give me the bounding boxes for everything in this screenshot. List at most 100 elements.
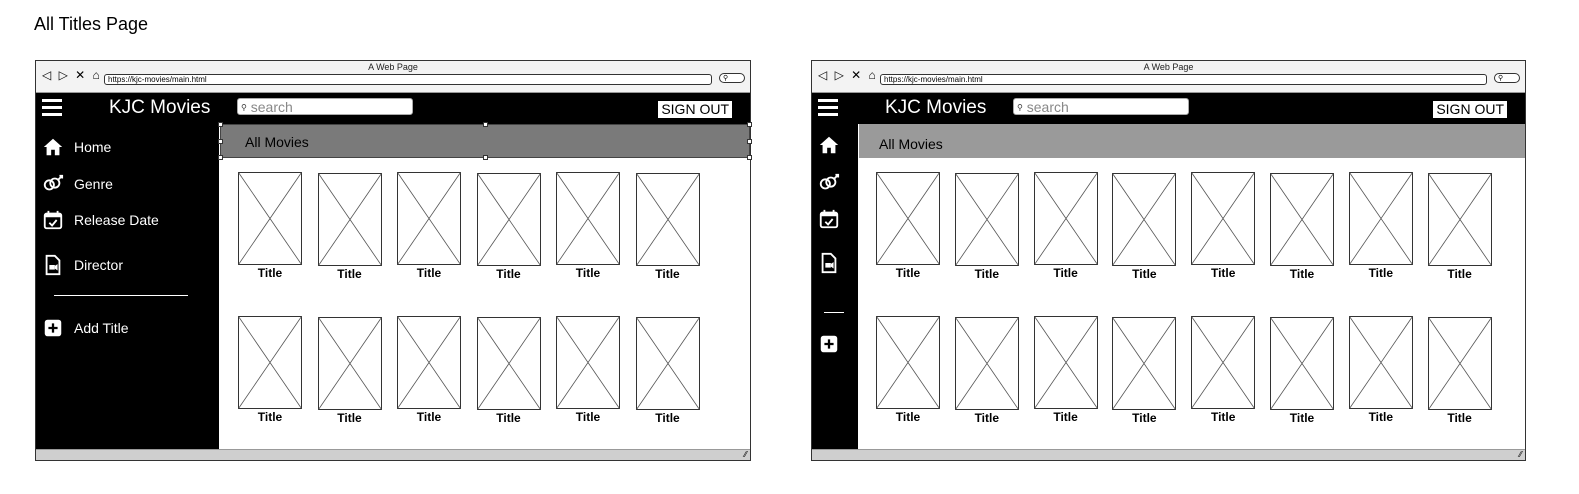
movie-tile[interactable]: Title bbox=[876, 316, 940, 424]
movie-tile[interactable]: Title bbox=[397, 172, 461, 280]
movie-tile[interactable]: Title bbox=[1191, 316, 1256, 424]
image-placeholder-icon bbox=[1270, 173, 1334, 266]
page-heading: All Titles Page bbox=[34, 14, 149, 34]
movie-tile[interactable]: Title bbox=[954, 317, 1019, 425]
movie-tile[interactable]: Title bbox=[1112, 317, 1177, 425]
resize-grip-icon[interactable]: ⁄⁄ bbox=[744, 450, 747, 460]
movie-tile[interactable]: Title bbox=[476, 173, 541, 281]
sign-out-button[interactable]: SIGN OUT bbox=[658, 101, 732, 118]
sidebar-item-genre[interactable] bbox=[818, 172, 840, 194]
image-placeholder-icon bbox=[1270, 317, 1334, 410]
movie-title: Title bbox=[1132, 411, 1157, 425]
sidebar-item-home[interactable]: Home bbox=[42, 136, 111, 158]
movie-tile[interactable]: Title bbox=[1033, 172, 1098, 280]
movie-tile[interactable]: Title bbox=[397, 316, 461, 424]
image-placeholder-icon bbox=[1033, 316, 1098, 409]
image-placeholder-icon bbox=[238, 316, 302, 409]
movie-title: Title bbox=[895, 410, 921, 424]
movie-title: Title bbox=[575, 266, 601, 280]
movie-tile[interactable]: Title bbox=[238, 316, 302, 424]
movie-tile[interactable]: Title bbox=[1270, 317, 1334, 425]
selection-handle[interactable] bbox=[483, 122, 488, 127]
sidebar-divider bbox=[54, 295, 188, 296]
selection-handle[interactable] bbox=[218, 139, 223, 144]
movie-tile[interactable]: Title bbox=[1427, 317, 1492, 425]
movie-tile[interactable]: Title bbox=[1033, 316, 1098, 424]
section-header-selected[interactable]: All Movies bbox=[218, 122, 752, 160]
browser-search-button[interactable]: ⚲ bbox=[1494, 73, 1520, 83]
sidebar-item-release-date[interactable] bbox=[818, 208, 840, 230]
home-icon bbox=[819, 136, 839, 154]
address-bar[interactable]: https://kjc-movies/main.html bbox=[104, 74, 712, 85]
image-placeholder-icon bbox=[476, 317, 541, 410]
movie-tile[interactable]: Title bbox=[556, 172, 620, 280]
movie-tile[interactable]: Title bbox=[1348, 316, 1413, 424]
movie-tile[interactable]: Title bbox=[876, 172, 940, 280]
movie-tile[interactable]: Title bbox=[1191, 172, 1256, 280]
movie-title: Title bbox=[974, 411, 1000, 425]
sidebar-item-release-date[interactable]: Release Date bbox=[42, 209, 159, 231]
sidebar-item-add-title[interactable] bbox=[818, 333, 840, 355]
hamburger-menu-icon[interactable] bbox=[42, 99, 62, 117]
sign-out-button[interactable]: SIGN OUT bbox=[1433, 101, 1507, 118]
brand-title: KJC Movies bbox=[109, 97, 211, 118]
hamburger-menu-icon[interactable] bbox=[818, 99, 838, 117]
selection-handle[interactable] bbox=[218, 122, 223, 127]
search-input[interactable]: ⚲ search bbox=[1013, 98, 1189, 115]
movie-title: Title bbox=[496, 411, 521, 425]
video-file-icon bbox=[45, 254, 61, 276]
image-placeholder-icon bbox=[1112, 173, 1177, 266]
movie-title: Title bbox=[257, 410, 283, 424]
image-placeholder-icon bbox=[954, 317, 1019, 410]
app-header: KJC Movies ⚲ search SIGN OUT bbox=[36, 93, 750, 124]
movie-tile[interactable]: Title bbox=[556, 316, 620, 424]
image-placeholder-icon bbox=[556, 172, 620, 265]
movie-tile[interactable]: Title bbox=[1348, 172, 1413, 280]
movie-title: Title bbox=[416, 266, 442, 280]
address-bar[interactable]: https://kjc-movies/main.html bbox=[880, 74, 1487, 85]
sidebar-item-director[interactable] bbox=[818, 252, 840, 274]
movie-title: Title bbox=[496, 267, 521, 281]
movie-tile[interactable]: Title bbox=[317, 173, 382, 281]
image-placeholder-icon bbox=[317, 317, 382, 410]
movie-title: Title bbox=[575, 410, 601, 424]
movie-title: Title bbox=[1210, 266, 1236, 280]
movie-tile[interactable]: Title bbox=[635, 173, 700, 281]
search-icon: ⚲ bbox=[723, 75, 729, 82]
browser-nav-buttons[interactable]: ◁ ▷ ✕ ⌂ bbox=[818, 69, 878, 81]
image-placeholder-icon bbox=[397, 172, 461, 265]
selection-handle[interactable] bbox=[747, 139, 752, 144]
movie-tile[interactable]: Title bbox=[1270, 173, 1334, 281]
sidebar-item-director[interactable]: Director bbox=[42, 254, 123, 276]
movie-tile[interactable]: Title bbox=[954, 173, 1019, 281]
section-header[interactable]: All Movies bbox=[859, 124, 1525, 158]
movie-tile[interactable]: Title bbox=[1112, 173, 1177, 281]
sidebar-item-home[interactable] bbox=[818, 134, 840, 156]
movie-tile[interactable]: Title bbox=[317, 317, 382, 425]
status-bar: ⁄⁄ bbox=[36, 449, 750, 460]
image-placeholder-icon bbox=[1348, 172, 1413, 265]
search-placeholder: search bbox=[1026, 99, 1069, 115]
image-placeholder-icon bbox=[238, 172, 302, 265]
sidebar-item-add-title[interactable]: Add Title bbox=[42, 317, 128, 339]
sidebar-item-label: Director bbox=[74, 257, 124, 273]
movie-tile[interactable]: Title bbox=[476, 317, 541, 425]
resize-grip-icon[interactable]: ⁄⁄ bbox=[1519, 450, 1522, 460]
plus-square-icon bbox=[820, 335, 838, 353]
browser-window-expanded: A Web Page ◁ ▷ ✕ ⌂ https://kjc-movies/ma… bbox=[35, 60, 752, 461]
browser-nav-buttons[interactable]: ◁ ▷ ✕ ⌂ bbox=[42, 69, 102, 81]
status-bar: ⁄⁄ bbox=[812, 449, 1525, 460]
window-title: A Web Page bbox=[368, 62, 418, 72]
selection-handle[interactable] bbox=[747, 122, 752, 127]
movie-title: Title bbox=[416, 410, 442, 424]
image-placeholder-icon bbox=[476, 173, 541, 266]
movie-tile[interactable]: Title bbox=[1427, 173, 1492, 281]
movie-tile[interactable]: Title bbox=[238, 172, 302, 280]
sidebar-item-label: Add Title bbox=[74, 320, 129, 336]
movie-grid: Title Title Title Title Title Title Title Title… bbox=[859, 158, 1525, 450]
movie-tile[interactable]: Title bbox=[635, 317, 700, 425]
search-input[interactable]: ⚲ search bbox=[237, 98, 413, 115]
image-placeholder-icon bbox=[556, 316, 620, 409]
browser-search-button[interactable]: ⚲ bbox=[719, 73, 745, 83]
sidebar-item-genre[interactable]: Genre bbox=[42, 173, 113, 195]
